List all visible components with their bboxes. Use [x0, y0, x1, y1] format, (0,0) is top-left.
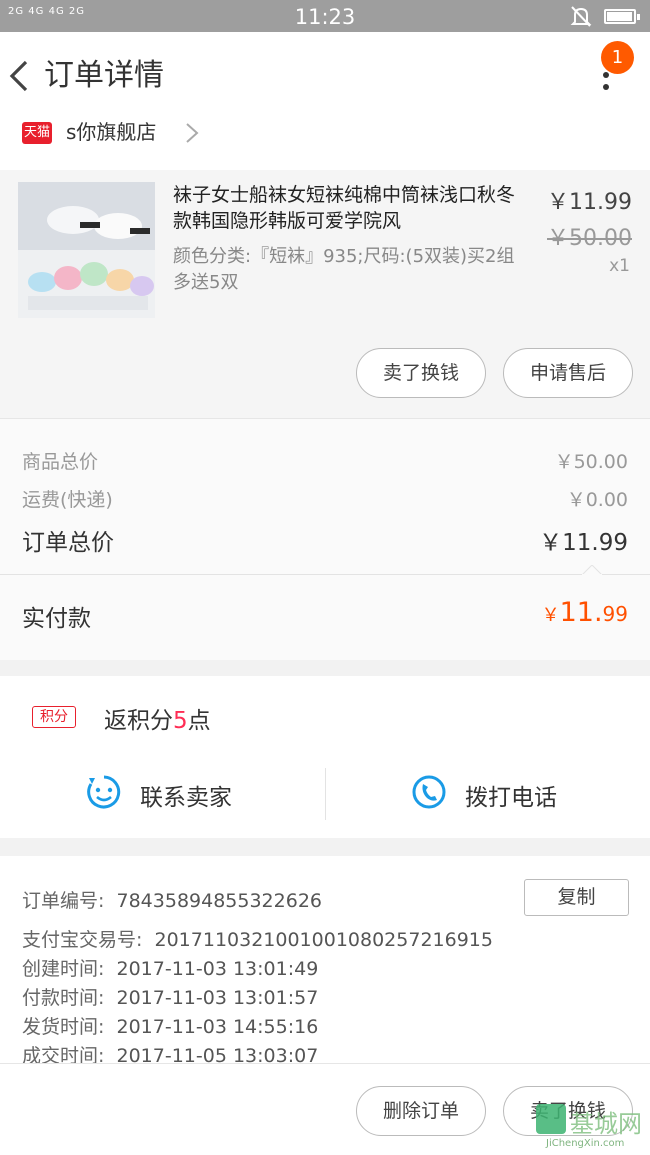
bell-muted-icon: [570, 6, 592, 27]
divider: [0, 574, 650, 575]
paid-integer: 11.: [559, 597, 603, 628]
delete-order-button[interactable]: 删除订单: [356, 1086, 486, 1136]
chevron-right-icon: [186, 123, 199, 143]
call-phone-button[interactable]: 拨打电话: [325, 768, 650, 822]
points-amount: 5: [173, 708, 188, 734]
points-reward-text: 返积分5点: [104, 708, 211, 734]
order-info-card: 订单编号: 78435894855322626 复制 支付宝交易号: 20171…: [0, 856, 650, 1067]
watermark-logo-icon: [536, 1104, 566, 1134]
points-contact-card: 积分 返积分5点 联系卖家 拨打电话: [0, 676, 650, 838]
price-summary: 商品总价 ￥50.00 运费(快递) ￥0.00 订单总价 ￥11.99 实付款…: [0, 418, 650, 660]
watermark-text: 基城网: [570, 1110, 642, 1138]
shop-row[interactable]: 天猫 s你旗舰店: [0, 118, 650, 170]
alipay-trade-number: 2017110321001001080257216915: [154, 929, 493, 951]
resell-button[interactable]: 卖了换钱: [356, 348, 486, 398]
status-bar: 2G 4G 4G 2G 11:23: [0, 0, 650, 32]
app-header: 订单详情: [0, 32, 650, 120]
created-time-line: 创建时间: 2017-11-03 13:01:49: [22, 958, 319, 980]
points-badge: 积分: [32, 706, 76, 728]
created-time: 2017-11-03 13:01:49: [116, 958, 319, 980]
shipped-time: 2017-11-03 14:55:16: [116, 1016, 319, 1038]
paid-time-line: 付款时间: 2017-11-03 13:01:57: [22, 987, 319, 1009]
shipped-time-line: 发货时间: 2017-11-03 14:55:16: [22, 1016, 319, 1038]
order-total-value: ￥11.99: [539, 530, 628, 556]
paid-decimal: 99: [602, 602, 628, 626]
notification-badge: 1: [601, 41, 634, 74]
chat-face-icon: [87, 775, 121, 809]
paid-time: 2017-11-03 13:01:57: [116, 987, 319, 1009]
product-sku: 颜色分类:『短袜』935;尺码:(5双装)买2组多送5双: [173, 246, 515, 293]
alipay-trade-line: 支付宝交易号: 2017110321001001080257216915: [22, 929, 493, 951]
copy-order-number-button[interactable]: 复制: [524, 879, 629, 916]
goods-total-value: ￥50.00: [554, 451, 628, 473]
order-total-label: 订单总价: [22, 530, 114, 556]
paid-amount-label: 实付款: [22, 606, 91, 632]
back-arrow-icon[interactable]: [6, 56, 34, 96]
product-thumbnail[interactable]: [18, 182, 155, 318]
product-price: ￥11.99: [547, 190, 632, 215]
battery-icon: [604, 9, 640, 24]
after-sales-button[interactable]: 申请售后: [503, 348, 633, 398]
product-original-price: ￥50.00: [547, 226, 632, 251]
shipping-label: 运费(快递): [22, 489, 113, 511]
page-title: 订单详情: [44, 58, 164, 93]
watermark-url: JiChengXin.com: [546, 1138, 625, 1149]
product-quantity: x1: [609, 256, 630, 276]
order-number: 78435894855322626: [116, 890, 323, 912]
paid-currency: ￥: [541, 605, 560, 626]
shop-name[interactable]: s你旗舰店: [66, 118, 156, 146]
clock: 11:23: [294, 5, 356, 29]
product-item[interactable]: 袜子女士船袜女短袜纯棉中筒袜浅口秋冬款韩国隐形韩版可爱学院风 颜色分类:『短袜』…: [0, 170, 650, 418]
goods-total-label: 商品总价: [22, 451, 99, 473]
call-phone-label: 拨打电话: [465, 785, 557, 811]
shipping-value: ￥0.00: [566, 489, 628, 511]
order-number-line: 订单编号: 78435894855322626: [22, 890, 323, 912]
phone-icon: [412, 775, 446, 809]
watermark: 基城网 JiChengXin.com: [536, 1104, 648, 1152]
order-detail-page: 2G 4G 4G 2G 11:23 订单详情 1 天猫 s你旗舰店 袜子女士船袜…: [0, 0, 650, 1155]
paid-amount-value: ￥11.99: [542, 597, 628, 628]
caret-up-icon: [582, 565, 602, 575]
contact-seller-button[interactable]: 联系卖家: [0, 768, 325, 822]
tmall-logo-badge: 天猫: [22, 122, 52, 144]
product-title[interactable]: 袜子女士船袜女短袜纯棉中筒袜浅口秋冬款韩国隐形韩版可爱学院风: [173, 182, 528, 234]
contact-seller-label: 联系卖家: [140, 785, 232, 811]
